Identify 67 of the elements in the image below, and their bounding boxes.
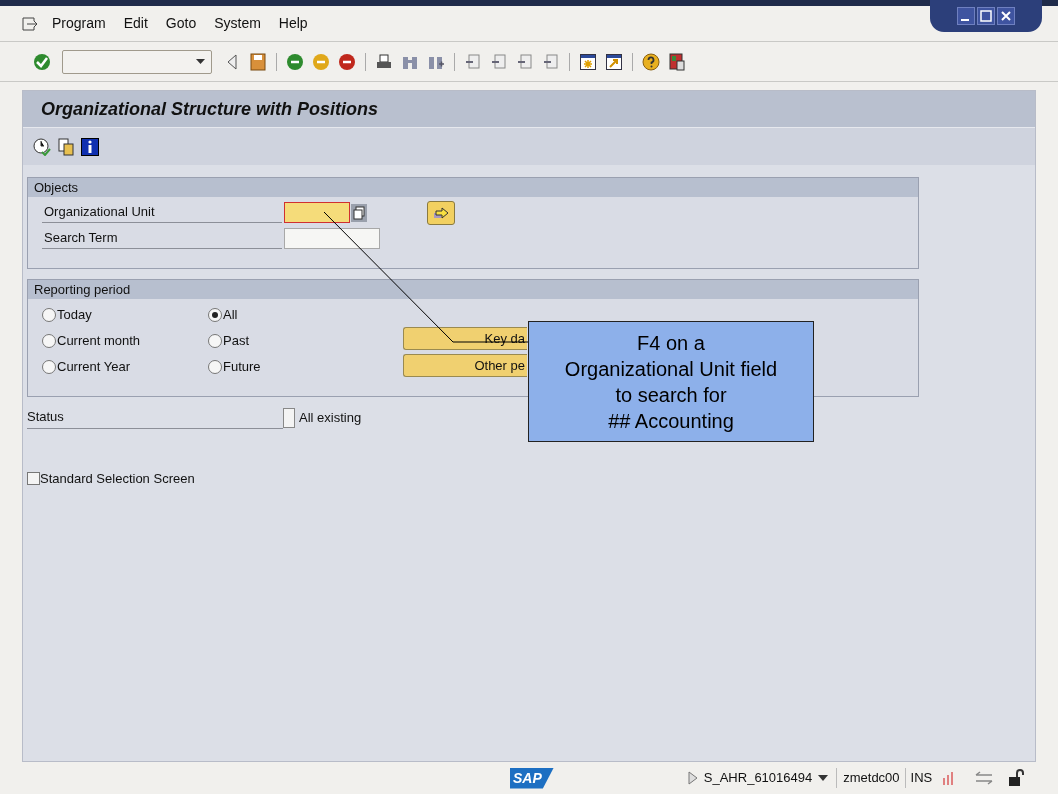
- period-button[interactable]: Other pe: [403, 354, 527, 377]
- previous-page-icon[interactable]: [489, 51, 509, 72]
- status-label: Status: [27, 407, 283, 429]
- radio-button[interactable]: [42, 334, 56, 348]
- radio-label: All: [223, 306, 238, 325]
- save-icon[interactable]: [248, 51, 268, 72]
- play-icon[interactable]: [687, 771, 698, 785]
- radio-label: Current Year: [57, 358, 130, 377]
- clock-check-icon[interactable]: [33, 137, 51, 156]
- system-info[interactable]: S_AHR_61016494: [703, 768, 813, 788]
- check-icon[interactable]: [32, 51, 52, 72]
- radio-button[interactable]: [208, 308, 222, 322]
- group-title: Reporting period: [34, 280, 131, 299]
- radio-button[interactable]: [208, 360, 222, 374]
- execute-button[interactable]: [427, 200, 455, 225]
- radio-button[interactable]: [42, 308, 56, 322]
- callout-text: ## Accounting: [608, 408, 734, 434]
- maximize-icon[interactable]: [977, 7, 995, 25]
- info-icon[interactable]: [81, 137, 99, 156]
- menu-item[interactable]: Help: [278, 13, 308, 34]
- input-field[interactable]: [284, 202, 350, 223]
- radio-label: Today: [57, 306, 92, 325]
- help-icon[interactable]: [641, 51, 661, 72]
- radio-button[interactable]: [208, 334, 222, 348]
- new-window-icon[interactable]: [578, 51, 598, 72]
- field-label: Organizational Unit: [42, 202, 282, 223]
- screen-title: Organizational Structure with Positions: [41, 97, 379, 121]
- arrow-icon: [433, 205, 449, 220]
- period-button[interactable]: Key da: [403, 327, 527, 350]
- arrows-icon: [974, 771, 995, 785]
- input-field[interactable]: [284, 228, 380, 249]
- radio-label: Future: [223, 358, 261, 377]
- command-field[interactable]: [62, 49, 212, 74]
- multiple-selection-icon[interactable]: [351, 203, 367, 222]
- menu-item[interactable]: Program: [52, 13, 106, 34]
- field-label: Search Term: [42, 228, 282, 249]
- checkbox[interactable]: [283, 408, 295, 428]
- logo: SAP: [510, 767, 554, 789]
- back-icon[interactable]: [285, 51, 305, 72]
- callout-text: to search for: [615, 382, 727, 408]
- radio-button[interactable]: [42, 360, 56, 374]
- minimize-icon[interactable]: [957, 7, 975, 25]
- insert-mode: INS: [904, 768, 933, 788]
- callout-text: F4 on a: [637, 330, 705, 356]
- radio-label: Current month: [57, 332, 141, 351]
- menu-item[interactable]: Goto: [165, 13, 197, 34]
- padlock-icon[interactable]: [1008, 769, 1027, 787]
- checkbox-label: Standard Selection Screen: [40, 470, 195, 488]
- checkbox[interactable]: [27, 472, 40, 486]
- next-page-icon[interactable]: [515, 51, 535, 72]
- menu-item[interactable]: Edit: [123, 13, 148, 34]
- menu-icon[interactable]: [22, 16, 38, 31]
- last-page-icon[interactable]: [541, 51, 561, 72]
- cancel-icon[interactable]: [337, 51, 357, 72]
- option-label: All existing: [299, 409, 362, 428]
- group-title: Objects: [34, 178, 79, 197]
- radio-label: Past: [223, 332, 249, 351]
- dropdown-icon[interactable]: [196, 59, 205, 64]
- shortcut-icon[interactable]: [604, 51, 624, 72]
- server-name: zmetdc00: [836, 768, 900, 788]
- dropdown-icon[interactable]: [818, 775, 829, 781]
- menu-item[interactable]: System: [214, 13, 261, 34]
- callout-text: Organizational Unit field: [564, 356, 778, 382]
- close-icon[interactable]: [997, 7, 1015, 25]
- first-page-icon[interactable]: [463, 51, 483, 72]
- layout-icon[interactable]: [667, 51, 687, 72]
- copy-documents-icon[interactable]: [57, 137, 75, 156]
